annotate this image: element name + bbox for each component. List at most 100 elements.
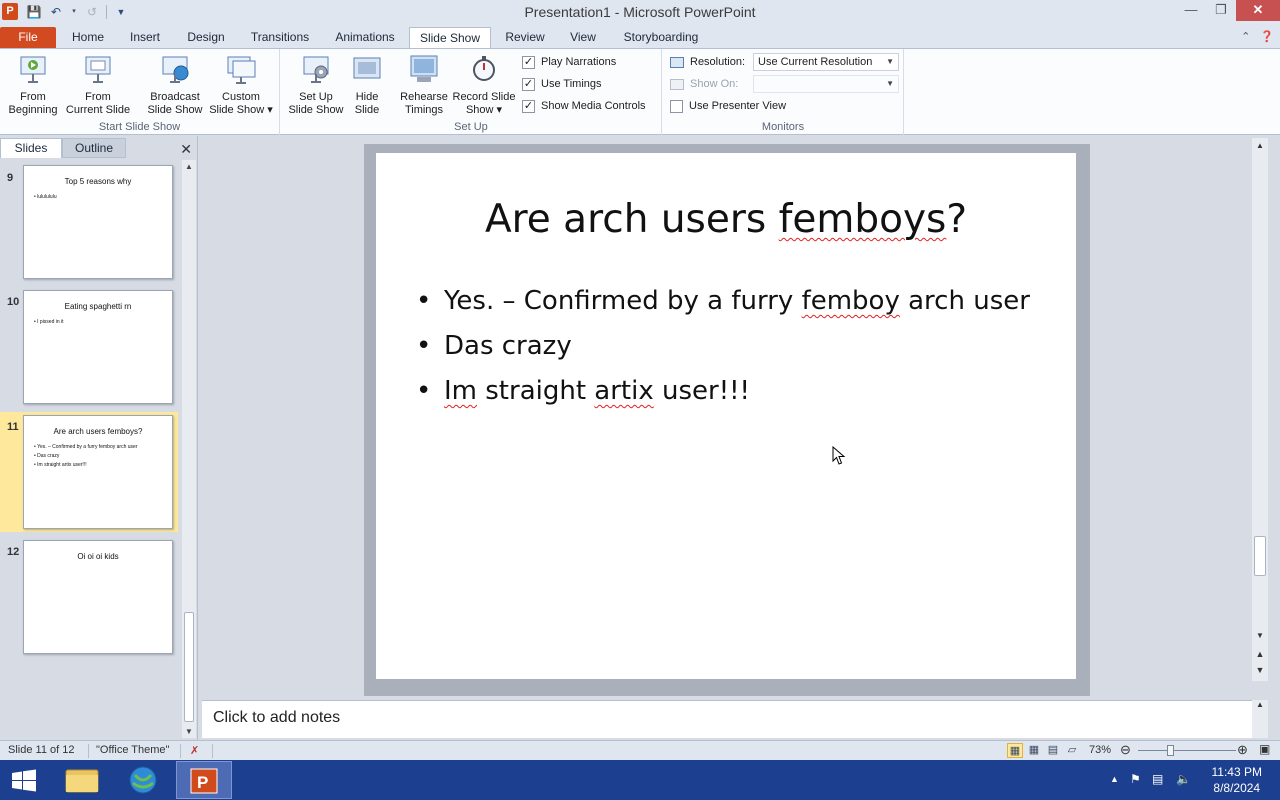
tab-file[interactable]: File xyxy=(0,27,56,49)
spell-check-icon[interactable]: ✗ xyxy=(190,744,199,757)
minimize-ribbon-icon[interactable]: ⌃ xyxy=(1241,30,1250,43)
ribbon: From Beginning From Current Slide Broadc… xyxy=(0,48,1280,135)
tab-transitions[interactable]: Transitions xyxy=(243,27,317,49)
slide-bullet[interactable]: • Im straight artix user!!! xyxy=(416,369,1030,414)
restore-button[interactable]: ❐ xyxy=(1206,0,1236,21)
slide-show-view-icon[interactable]: ▱ xyxy=(1064,743,1080,758)
slide-bullet[interactable]: • Das crazy xyxy=(416,324,1030,369)
slide-thumbnail-10[interactable]: Eating spaghetti rn I pissed in it xyxy=(23,290,173,404)
zoom-slider[interactable] xyxy=(1138,750,1236,751)
browser-taskbar-button[interactable] xyxy=(115,761,171,799)
show-media-controls-checkbox[interactable]: ✓ Show Media Controls xyxy=(522,97,646,115)
notes-placeholder: Click to add notes xyxy=(213,709,341,726)
use-timings-checkbox[interactable]: ✓ Use Timings xyxy=(522,75,602,93)
zoom-out-icon[interactable]: ⊖ xyxy=(1120,742,1131,758)
resolution-dropdown[interactable]: Use Current Resolution ▼ xyxy=(753,53,899,71)
slide-bullet[interactable]: • Yes. – Confirmed by a furry femboy arch… xyxy=(416,279,1030,324)
slide-sorter-icon[interactable]: ▦ xyxy=(1026,743,1042,758)
tab-slides[interactable]: Slides xyxy=(0,138,62,158)
current-slide[interactable]: Are arch users femboys? • Yes. – Confirme… xyxy=(376,153,1076,679)
monitor-disabled-icon xyxy=(670,78,684,90)
slide-thumbnail-12[interactable]: Oi oi oi kids xyxy=(23,540,173,654)
slide-thumbnail-11[interactable]: Are arch users femboys? Yes. – Confirmed… xyxy=(23,415,173,529)
thumbnail-bullet: Yes. – Confirmed by a furry femboy arch … xyxy=(34,444,168,450)
show-media-controls-check[interactable]: ✓ xyxy=(522,99,535,113)
normal-view-icon[interactable]: ▦ xyxy=(1007,743,1023,758)
title-bar: P 💾 ↶ ▾ ↺ ▼ Presentation1 - Microsoft Po… xyxy=(0,0,1280,25)
use-timings-check[interactable]: ✓ xyxy=(522,77,535,91)
system-clock[interactable]: 11:43 PM 8/8/2024 xyxy=(1212,764,1262,796)
status-bar: Slide 11 of 12 "Office Theme" ✗ ▦ ▦ ▤ ▱ … xyxy=(0,740,1280,760)
scroll-down-icon[interactable]: ▼ xyxy=(182,727,196,736)
from-beginning-button[interactable]: From Beginning xyxy=(4,53,62,117)
tab-view[interactable]: View xyxy=(561,27,605,49)
notes-scrollbar[interactable]: ▲ xyxy=(1252,700,1268,738)
zoom-level[interactable]: 73% xyxy=(1089,744,1111,756)
tab-outline[interactable]: Outline xyxy=(62,138,126,158)
play-narrations-check[interactable]: ✓ xyxy=(522,55,535,69)
use-presenter-view-checkbox[interactable]: Use Presenter View xyxy=(670,97,786,115)
play-narrations-checkbox[interactable]: ✓ Play Narrations xyxy=(522,53,616,71)
slide-title[interactable]: Are arch users femboys? xyxy=(376,197,1076,242)
zoom-in-icon[interactable]: ⊕ xyxy=(1237,742,1248,758)
slide-thumbnail-9[interactable]: Top 5 reasons why lululululu xyxy=(23,165,173,279)
previous-slide-icon[interactable]: ▲ xyxy=(1252,649,1268,659)
group-start-slide-show: From Beginning From Current Slide Broadc… xyxy=(0,49,280,135)
help-icon[interactable]: ❓ xyxy=(1260,30,1274,43)
tab-animations[interactable]: Animations xyxy=(328,27,402,49)
powerpoint-taskbar-button[interactable]: P xyxy=(176,761,232,799)
tab-slide-show[interactable]: Slide Show xyxy=(409,27,491,49)
flag-icon[interactable]: ⚑ xyxy=(1130,772,1141,786)
minimize-button[interactable]: — xyxy=(1176,0,1206,21)
group-label-monitors: Monitors xyxy=(761,121,805,133)
slides-panel-scrollbar[interactable]: ▲ ▼ xyxy=(182,160,196,738)
tab-review[interactable]: Review xyxy=(498,27,552,49)
scroll-up-icon[interactable]: ▲ xyxy=(1252,141,1268,150)
show-on-dropdown[interactable]: ▼ xyxy=(753,75,899,93)
close-icon[interactable]: ✕ xyxy=(180,141,192,158)
thumbnail-bullet: Im straight artix user!!! xyxy=(34,462,168,468)
scroll-thumb[interactable] xyxy=(1254,536,1266,576)
thumbnail-bullet: I pissed in it xyxy=(34,319,168,325)
notes-pane[interactable]: Click to add notes xyxy=(202,700,1252,738)
custom-slideshow-icon xyxy=(227,56,256,84)
record-slide-show-button[interactable]: Record Slide Show ▾ xyxy=(451,53,517,117)
theme-name: "Office Theme" xyxy=(96,744,170,756)
network-icon[interactable]: ▤ xyxy=(1152,772,1163,786)
hide-slide-button[interactable]: Hide Slide xyxy=(347,53,387,117)
volume-muted-icon[interactable]: 🔈 xyxy=(1176,772,1191,786)
thumbnail-bullets: I pissed in it xyxy=(34,319,168,328)
slide-number: 12 xyxy=(7,546,20,558)
slide-number: 10 xyxy=(7,296,20,308)
broadcast-icon xyxy=(162,56,189,83)
file-explorer-taskbar-button[interactable] xyxy=(54,761,110,799)
next-slide-icon[interactable]: ▼ xyxy=(1252,665,1268,675)
rehearse-timings-button[interactable]: Rehearse Timings xyxy=(395,53,453,117)
use-presenter-view-check[interactable] xyxy=(670,99,683,113)
editor-scrollbar[interactable]: ▲ ▼ ▲ ▼ xyxy=(1252,138,1268,681)
scroll-up-icon[interactable]: ▲ xyxy=(182,162,196,171)
set-up-slide-show-button[interactable]: Set Up Slide Show xyxy=(285,53,347,117)
slide-bullets[interactable]: • Yes. – Confirmed by a furry femboy arch… xyxy=(416,279,1030,414)
scroll-up-icon[interactable]: ▲ xyxy=(1252,700,1268,709)
scroll-thumb[interactable] xyxy=(184,612,194,722)
close-button[interactable]: ✕ xyxy=(1236,0,1280,21)
window-title: Presentation1 - Microsoft PowerPoint xyxy=(524,4,756,20)
from-current-slide-button[interactable]: From Current Slide xyxy=(64,53,132,117)
tab-insert[interactable]: Insert xyxy=(120,27,170,49)
zoom-slider-knob[interactable] xyxy=(1167,745,1174,756)
scroll-down-icon[interactable]: ▼ xyxy=(1252,631,1268,640)
start-button[interactable] xyxy=(0,761,56,799)
tab-home[interactable]: Home xyxy=(62,27,114,49)
custom-slide-show-button[interactable]: Custom Slide Show ▾ xyxy=(206,53,276,117)
thumbnail-title: Oi oi oi kids xyxy=(77,552,119,561)
broadcast-slide-show-button[interactable]: Broadcast Slide Show xyxy=(143,53,207,117)
show-on-row: Show On: xyxy=(670,75,738,93)
status-divider xyxy=(212,744,213,758)
fit-to-window-icon[interactable]: ▣ xyxy=(1259,742,1270,756)
tab-design[interactable]: Design xyxy=(178,27,234,49)
thumbnail-title: Eating spaghetti rn xyxy=(64,302,132,311)
reading-view-icon[interactable]: ▤ xyxy=(1045,743,1061,758)
show-hidden-icons-icon[interactable]: ▲ xyxy=(1110,774,1119,784)
tab-storyboarding[interactable]: Storyboarding xyxy=(616,27,706,49)
